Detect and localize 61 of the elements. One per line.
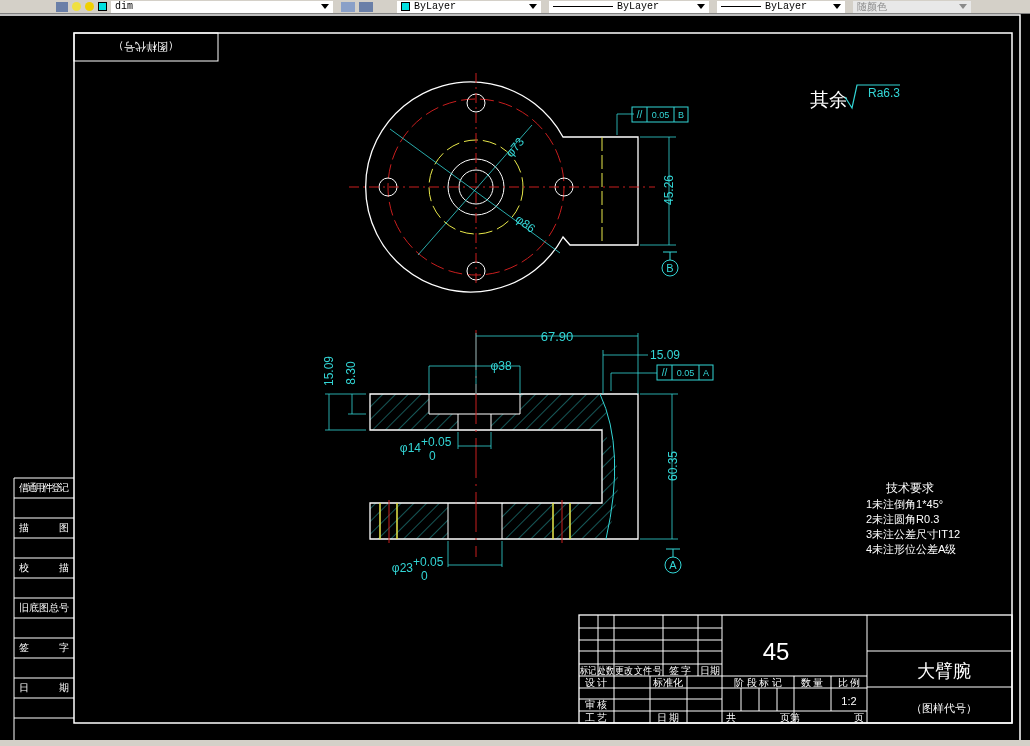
drawing-code: （图样代号）	[911, 702, 977, 714]
tolerance-value: 0.05	[651, 110, 670, 120]
strip-label: 借通用件登记	[19, 482, 69, 493]
revision-header: 标记	[580, 665, 597, 677]
sheet-label: 页第	[780, 712, 800, 723]
stage-header: 数 量	[800, 677, 824, 688]
strip-label: 日 期	[19, 682, 69, 693]
dimension-text: φ14	[399, 441, 421, 455]
tolerance-lower: 0	[429, 449, 436, 463]
dimension-text: 15.09	[322, 356, 336, 386]
parallelism-symbol: //	[636, 109, 643, 120]
requirement-item: 4未注形位公差A级	[866, 543, 957, 555]
dimension-text: 60.35	[666, 451, 680, 481]
revision-header: 日期	[700, 665, 720, 676]
dimension-text: φ38	[490, 359, 512, 373]
upside-down-drawing-code: （图样代号）	[113, 41, 179, 53]
scale-value: 1:2	[841, 695, 857, 707]
dimension-text: φ86	[512, 211, 539, 236]
material-text: 45	[762, 638, 790, 665]
requirement-item: 1未注倒角1*45°	[866, 498, 944, 510]
requirement-item: 2未注圆角R0.3	[866, 513, 940, 525]
tolerance-lower: 0	[421, 569, 428, 583]
signoff-label: 设 计	[584, 677, 608, 688]
strip-label: 签 字	[19, 642, 69, 653]
signoff-label: 工 艺	[584, 712, 608, 723]
signoff-label: 审 核	[584, 699, 608, 710]
roughness-value: Ra6.3	[868, 86, 901, 100]
stage-header: 阶 段 标 记	[733, 677, 783, 688]
dimension-text: 45.26	[662, 175, 676, 205]
dimension-text: 67.90	[540, 329, 574, 344]
sheet-label: 共	[726, 712, 736, 723]
dimension-text: 8.30	[344, 361, 358, 385]
tolerance-value: 0.05	[676, 368, 695, 378]
requirements-title: 技术要求	[886, 481, 934, 495]
datum-label: A	[669, 559, 677, 571]
part-name: 大臂腕	[917, 661, 971, 681]
tolerance-upper: +0.05	[413, 555, 444, 569]
revision-header: 处数	[598, 665, 614, 677]
revision-header: 签 字	[668, 665, 692, 676]
surface-note: 其余	[810, 89, 848, 110]
datum-letter: B	[678, 110, 684, 120]
strip-label: 校 描	[19, 562, 69, 573]
color-dropdown[interactable]: ByLayer	[397, 0, 541, 13]
layer-dropdown[interactable]: dim	[111, 0, 333, 13]
strip-label: 描 图	[19, 522, 69, 533]
signoff-label: 标准化	[653, 677, 683, 688]
revision-header: 更改文件号	[614, 664, 663, 677]
dimension-text: 15.09	[650, 348, 681, 362]
sheet-label: 页	[854, 712, 864, 723]
stage-header: 比 例	[837, 677, 861, 688]
signoff-label: 日 期	[656, 712, 680, 723]
datum-label: B	[666, 262, 674, 274]
linetype-dropdown[interactable]: ByLayer	[549, 0, 709, 13]
strip-label: 旧底图总号	[19, 602, 69, 613]
tolerance-upper: +0.05	[421, 435, 452, 449]
lineweight-dropdown[interactable]: ByLayer	[717, 0, 845, 13]
parallelism-symbol: //	[661, 367, 668, 378]
dimension-text: φ23	[391, 561, 413, 575]
datum-letter: A	[703, 368, 709, 378]
requirement-item: 3未注公差尺寸IT12	[866, 528, 961, 540]
dimension-text: φ73	[502, 134, 528, 161]
